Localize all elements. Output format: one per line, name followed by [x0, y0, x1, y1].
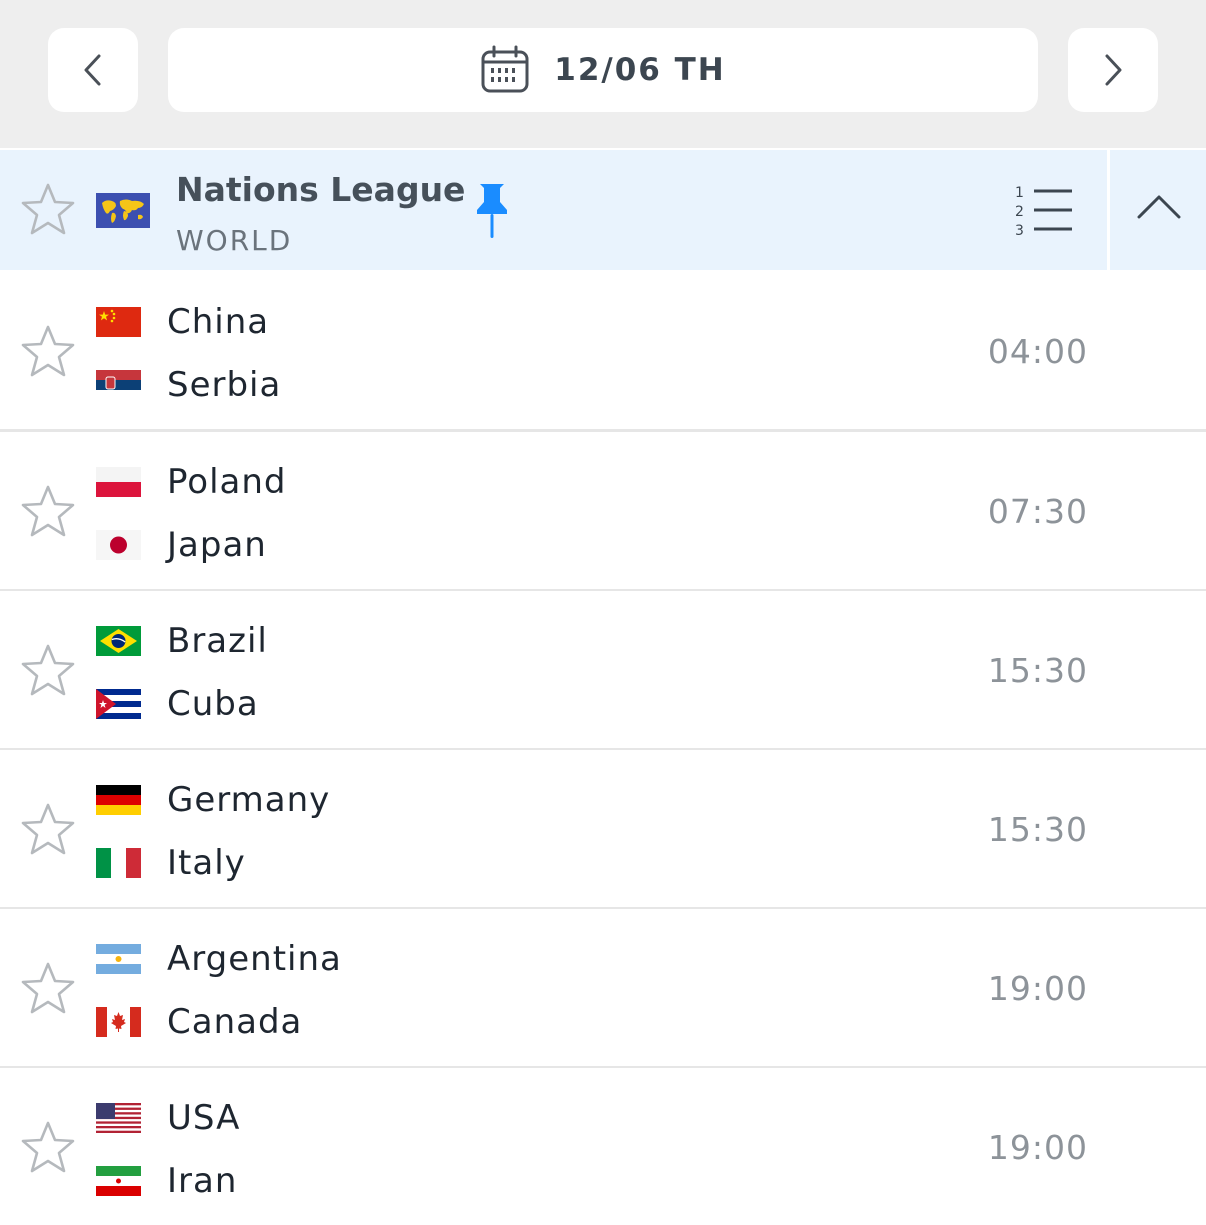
poland-flag-icon — [96, 467, 141, 497]
italy-flag-icon — [96, 848, 141, 878]
home-team: Brazil — [96, 621, 268, 661]
match-time: 19:00 — [987, 969, 1088, 1008]
home-team: Germany — [96, 780, 330, 820]
away-team: Serbia — [96, 365, 281, 405]
china-flag-icon — [96, 307, 141, 337]
home-team: Poland — [96, 462, 287, 502]
favorite-league-star-icon[interactable] — [20, 182, 76, 238]
chevron-right-icon — [1105, 54, 1122, 86]
away-team-name: Canada — [167, 1002, 303, 1042]
canada-flag-icon — [96, 1007, 141, 1037]
away-team-name: Serbia — [167, 365, 282, 405]
svg-text:1: 1 — [1015, 185, 1024, 201]
standings-list-icon[interactable]: 1 2 3 — [1012, 183, 1076, 239]
germany-flag-icon — [96, 785, 141, 815]
away-team-name: Iran — [167, 1161, 238, 1201]
next-day-button[interactable] — [1068, 28, 1158, 112]
favorite-match-star-icon[interactable] — [20, 961, 76, 1017]
away-team: Cuba — [96, 684, 259, 724]
league-header[interactable]: Nations League WORLD 1 2 3 — [0, 150, 1206, 270]
match-row[interactable]: Argentina Canada 19:00 — [0, 909, 1206, 1069]
away-team: Canada — [96, 1002, 302, 1042]
away-team: Italy — [96, 843, 246, 883]
away-team-name: Japan — [167, 525, 267, 565]
cuba-flag-icon — [96, 689, 141, 719]
favorite-match-star-icon[interactable] — [20, 1120, 76, 1176]
match-row[interactable]: Poland Japan 07:30 — [0, 432, 1206, 592]
favorite-match-star-icon[interactable] — [20, 324, 76, 380]
match-time: 15:30 — [987, 810, 1088, 849]
away-team: Iran — [96, 1161, 237, 1201]
iran-flag-icon — [96, 1166, 141, 1196]
japan-flag-icon — [96, 530, 141, 560]
home-team-name: Argentina — [167, 939, 342, 979]
match-time: 07:30 — [987, 492, 1088, 531]
favorite-match-star-icon[interactable] — [20, 802, 76, 858]
away-team-name: Cuba — [167, 684, 259, 724]
away-team-name: Italy — [167, 843, 246, 883]
argentina-flag-icon — [96, 944, 141, 974]
match-time: 15:30 — [987, 651, 1088, 690]
date-navigation-bar: 12/06 TH — [0, 0, 1206, 148]
usa-flag-icon — [96, 1103, 141, 1133]
svg-text:3: 3 — [1015, 223, 1024, 239]
home-team: USA — [96, 1098, 240, 1138]
home-team-name: Germany — [167, 780, 331, 820]
favorite-match-star-icon[interactable] — [20, 643, 76, 699]
home-team-name: China — [167, 302, 270, 342]
league-country: WORLD — [176, 224, 293, 257]
previous-day-button[interactable] — [48, 28, 138, 112]
league-name: Nations League — [176, 170, 466, 209]
chevron-left-icon — [84, 54, 101, 86]
home-team-name: Brazil — [167, 621, 268, 661]
calendar-icon — [481, 45, 529, 93]
match-time: 19:00 — [987, 1128, 1088, 1167]
home-team-name: USA — [167, 1098, 241, 1138]
header-divider — [1107, 150, 1110, 270]
away-team: Japan — [96, 525, 267, 565]
date-label: 12/06 TH — [554, 52, 726, 88]
date-selector[interactable]: 12/06 TH — [168, 28, 1038, 112]
match-row[interactable]: Brazil Cuba 15:30 — [0, 591, 1206, 751]
favorite-match-star-icon[interactable] — [20, 484, 76, 540]
match-row[interactable]: China Serbia 04:00 — [0, 272, 1206, 432]
brazil-flag-icon — [96, 626, 141, 656]
world-flag-icon — [96, 193, 150, 228]
serbia-flag-icon — [96, 370, 141, 400]
match-row[interactable]: USA Iran 19:00 — [0, 1068, 1206, 1225]
home-team-name: Poland — [167, 462, 287, 502]
match-time: 04:00 — [987, 332, 1088, 371]
home-team: China — [96, 302, 269, 342]
match-row[interactable]: Germany Italy 15:30 — [0, 750, 1206, 910]
svg-text:2: 2 — [1015, 204, 1024, 220]
pin-icon[interactable] — [474, 182, 510, 240]
chevron-up-icon[interactable] — [1136, 192, 1182, 222]
home-team: Argentina — [96, 939, 342, 979]
